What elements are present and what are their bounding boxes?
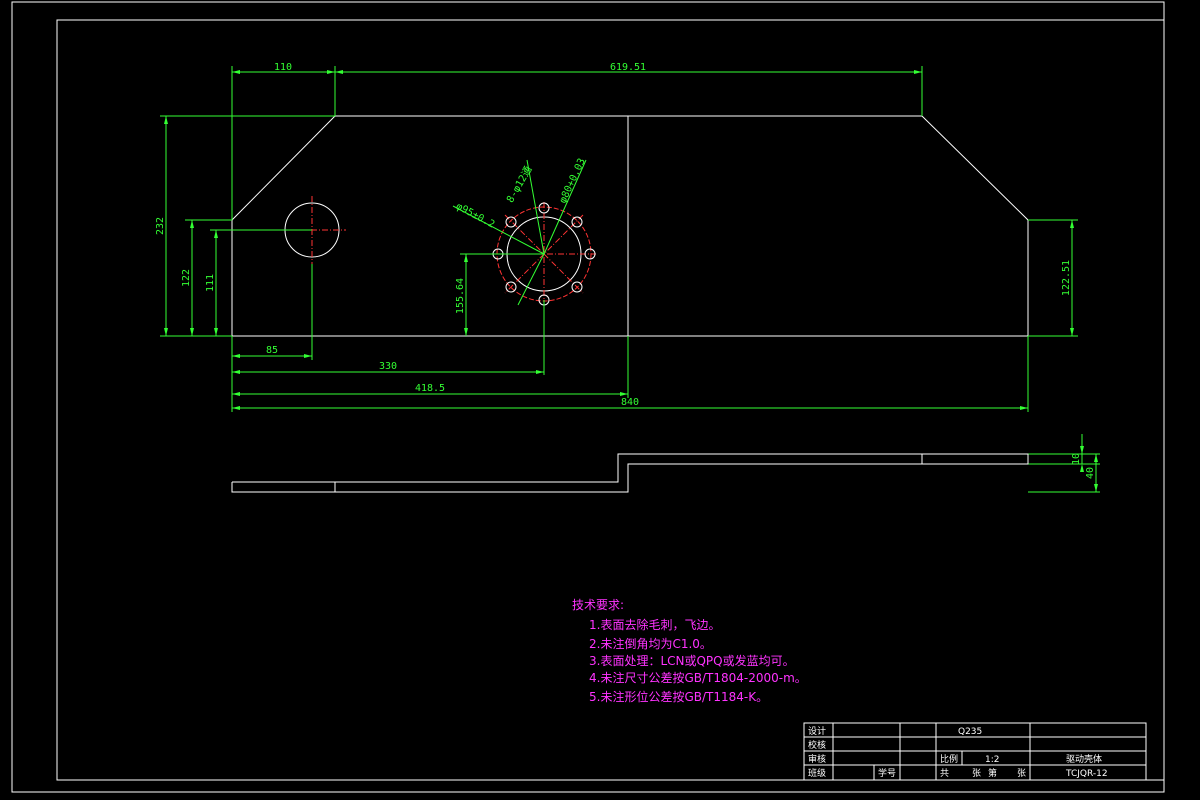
note-item-4: 4.未注尺寸公差按GB/T1804-2000-m。 [589, 670, 807, 685]
dim-left-111: 111 [205, 274, 216, 292]
tb-student-no: 学号 [878, 767, 896, 779]
note-item-1: 1.表面去除毛刺，飞边。 [589, 617, 720, 632]
dim-bottom-418: 418.5 [415, 383, 445, 394]
tb-check: 校核 [808, 739, 826, 751]
dim-hole-155: 155.64 [455, 278, 466, 314]
dim-top-110: 110 [274, 62, 292, 73]
note-item-3: 3.表面处理：LCN或QPQ或发蓝均可。 [589, 653, 795, 668]
cad-drawing: 110 619.51 232 122 111 122.51 155.64 85 … [11, 1, 1165, 793]
note-item-5: 5.未注形位公差按GB/T1184-K。 [589, 689, 768, 704]
tb-review: 审核 [808, 753, 826, 765]
dim-top-619: 619.51 [610, 62, 646, 73]
tb-sheet-unit2: 张 [1017, 768, 1026, 779]
plate-front-view [231, 115, 1029, 337]
dim-bottom-330: 330 [379, 361, 397, 372]
dim-right-122: 122.51 [1061, 260, 1072, 296]
dim-bottom-840: 840 [621, 397, 639, 408]
dim-left-122: 122 [181, 269, 192, 287]
tb-material: Q235 [958, 727, 982, 737]
dim-bottom-85: 85 [266, 345, 278, 356]
tb-drawing-no: TCJQR-12 [1065, 769, 1108, 779]
notes-title: 技术要求: [572, 598, 624, 612]
note-item-2: 2.未注倒角均为C1.0。 [589, 636, 712, 651]
tb-sheet-no: 第 [988, 767, 997, 779]
dim-pcd-95: φ95±0.2 [454, 201, 496, 231]
dim-side-40: 40 [1085, 467, 1096, 479]
dimension-lines [160, 66, 1100, 493]
tb-design: 设计 [808, 725, 826, 737]
tb-sheet-unit: 张 [972, 768, 981, 779]
tb-scale-label: 比例 [940, 753, 958, 765]
tb-scale-value: 1:2 [985, 755, 999, 765]
tb-part-name: 驱动壳体 [1066, 753, 1102, 765]
dim-bore-80: φ80+0.03 [558, 157, 588, 205]
plate-side-view [231, 453, 1029, 493]
dim-left-232: 232 [155, 217, 166, 235]
arrowheads [164, 70, 1098, 492]
dim-bolt-pattern: 8-φ12通 [504, 164, 534, 205]
outer-frame [11, 1, 1165, 793]
tb-sheet-total: 共 [940, 768, 949, 779]
dim-side-10: 10 [1071, 453, 1082, 465]
tb-class: 班级 [808, 767, 826, 779]
